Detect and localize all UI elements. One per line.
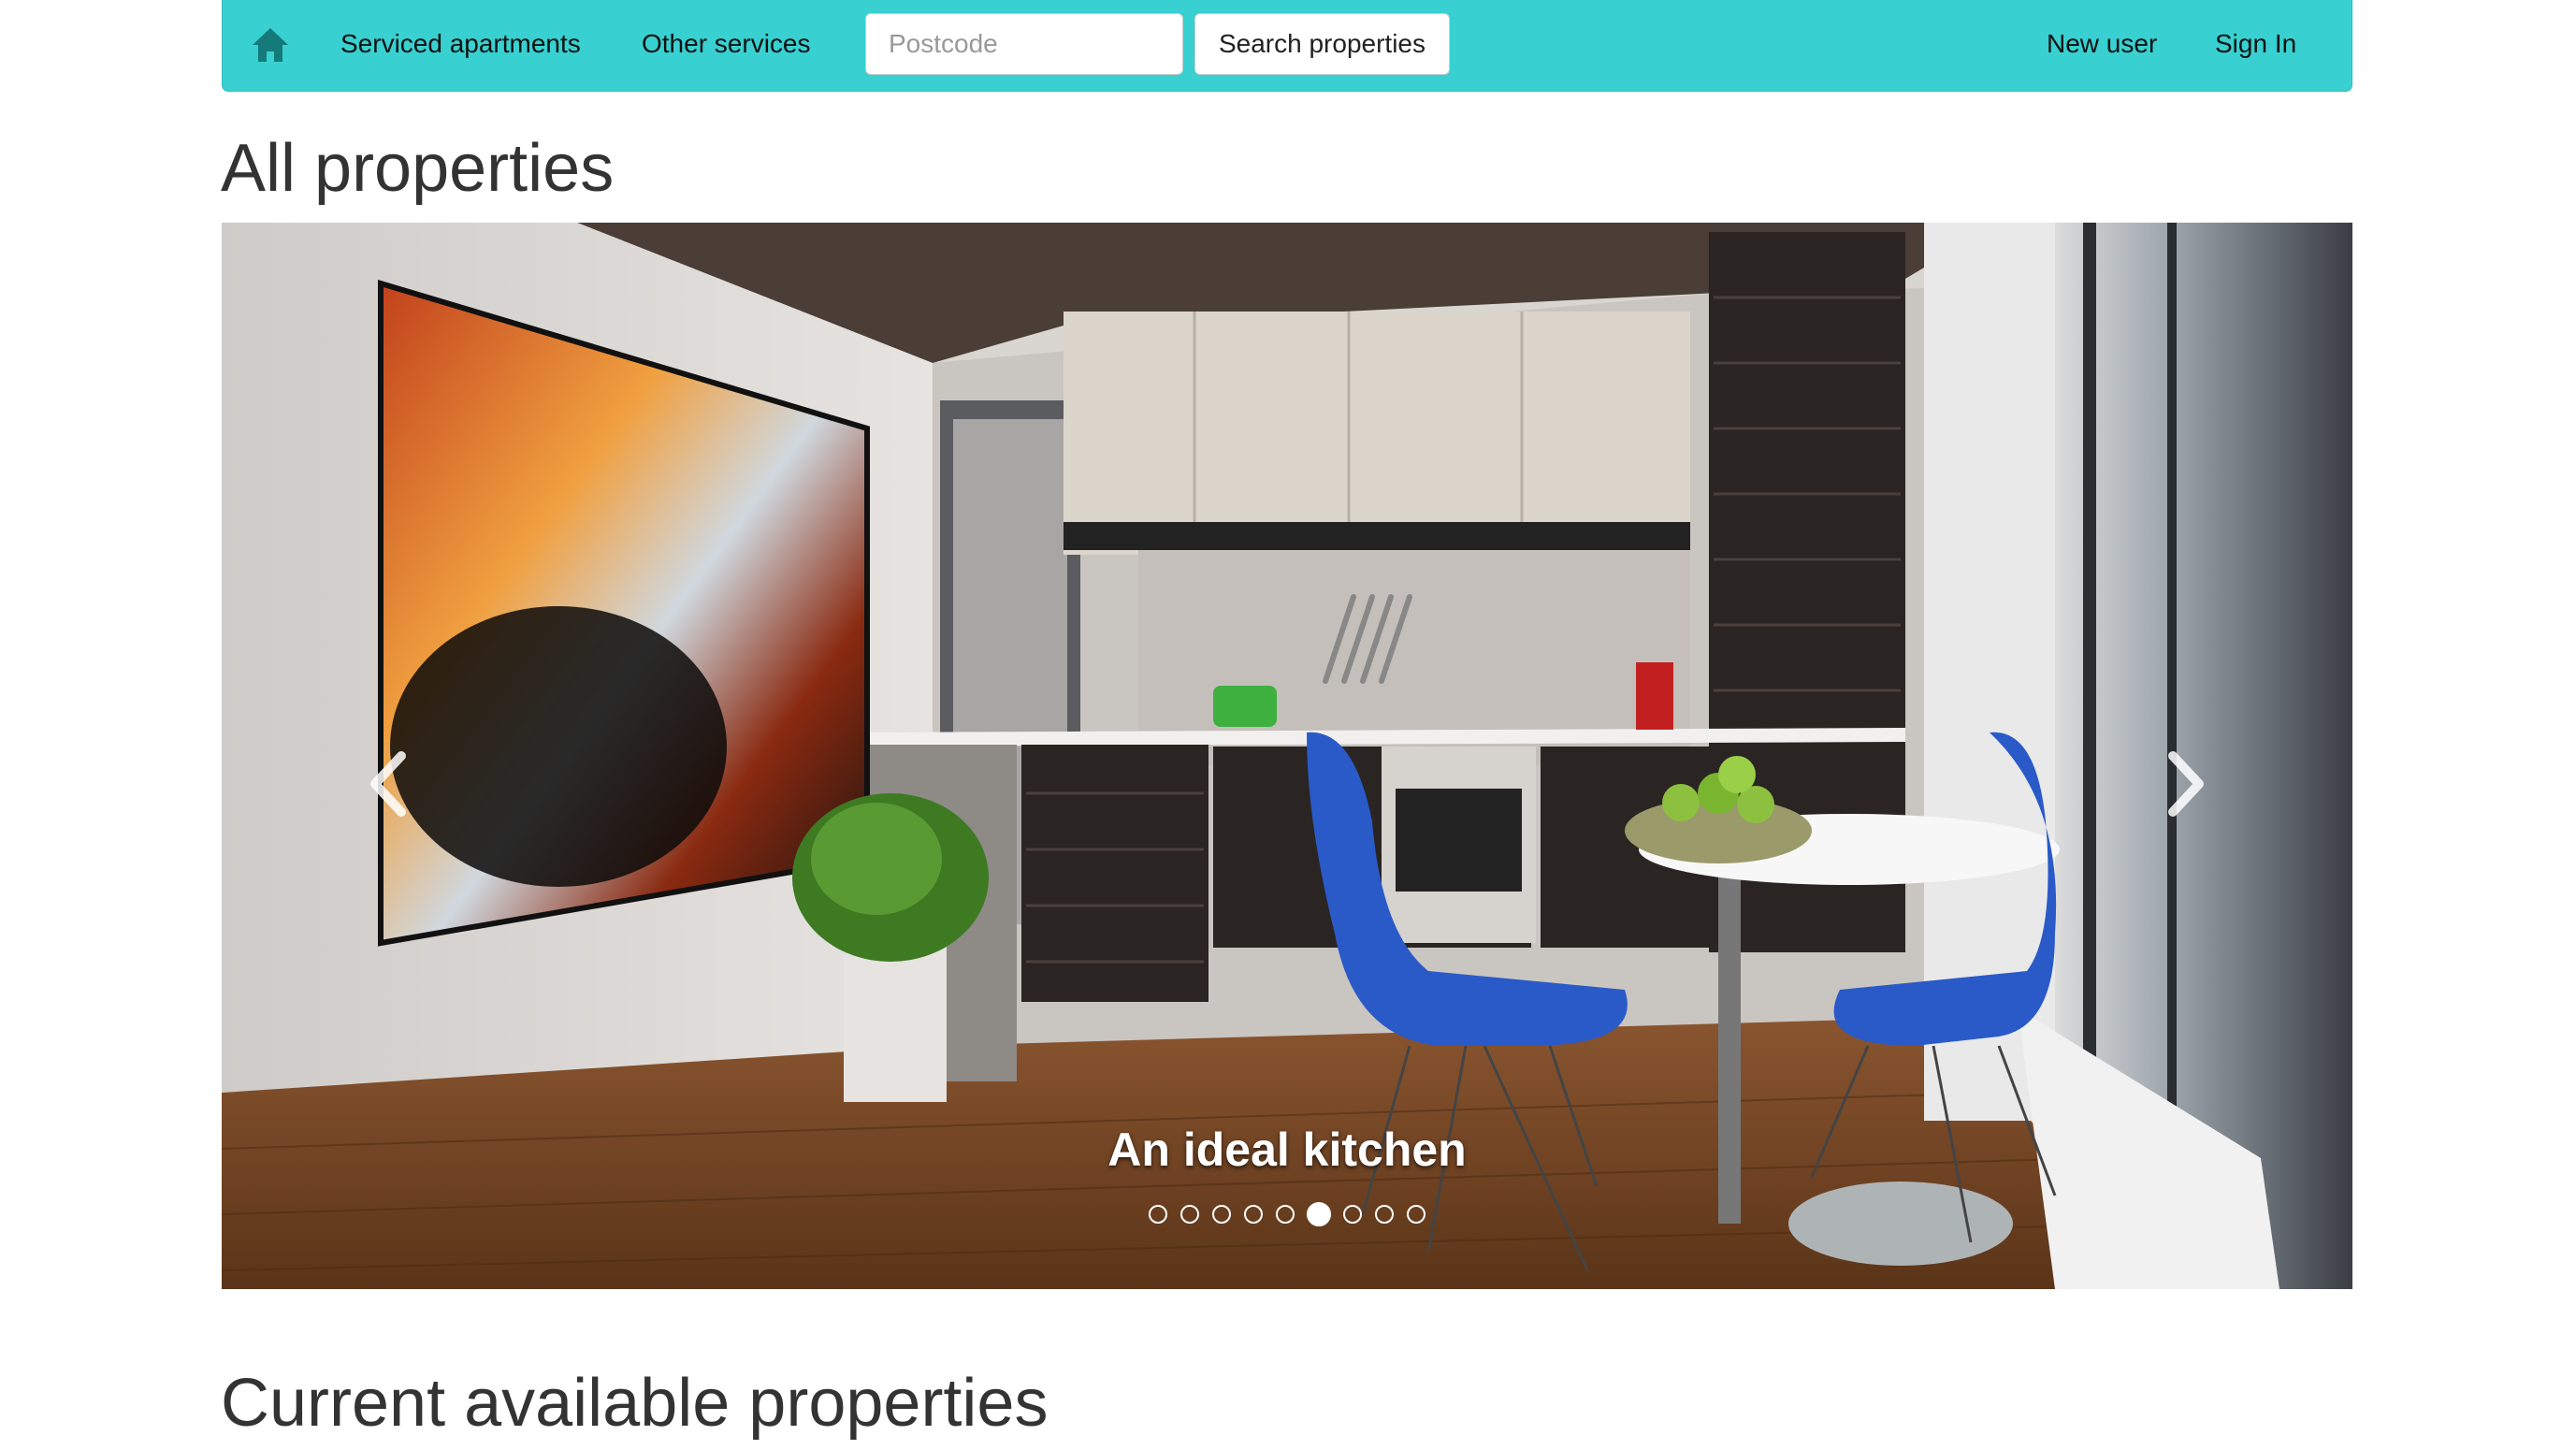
carousel-indicator[interactable] (1343, 1205, 1362, 1224)
section-title: Current available properties (221, 1366, 1049, 1441)
top-navbar: Serviced apartments Other services Searc… (222, 0, 2352, 92)
carousel-indicator[interactable] (1212, 1205, 1231, 1224)
sign-in-link[interactable]: Sign In (2215, 25, 2296, 63)
property-carousel[interactable]: An ideal kitchen (222, 223, 2352, 1289)
home-icon[interactable] (251, 26, 290, 64)
carousel-next-icon[interactable] (2156, 737, 2212, 831)
search-properties-button[interactable]: Search properties (1194, 13, 1450, 75)
new-user-link[interactable]: New user (2047, 25, 2157, 63)
carousel-indicator[interactable] (1244, 1205, 1263, 1224)
carousel-indicator[interactable] (1149, 1205, 1167, 1224)
carousel-prev-icon[interactable] (362, 737, 418, 831)
postcode-input[interactable] (865, 13, 1183, 75)
carousel-indicator[interactable] (1276, 1205, 1295, 1224)
carousel-indicator[interactable] (1407, 1205, 1425, 1224)
carousel-indicator[interactable] (1307, 1202, 1331, 1226)
carousel-indicator[interactable] (1375, 1205, 1394, 1224)
page-title: All properties (221, 131, 615, 206)
carousel-indicators (222, 1202, 2352, 1226)
nav-serviced-apartments[interactable]: Serviced apartments (340, 25, 581, 63)
carousel-caption: An ideal kitchen (1107, 1124, 1467, 1176)
carousel-indicator[interactable] (1180, 1205, 1199, 1224)
nav-other-services[interactable]: Other services (642, 25, 811, 63)
